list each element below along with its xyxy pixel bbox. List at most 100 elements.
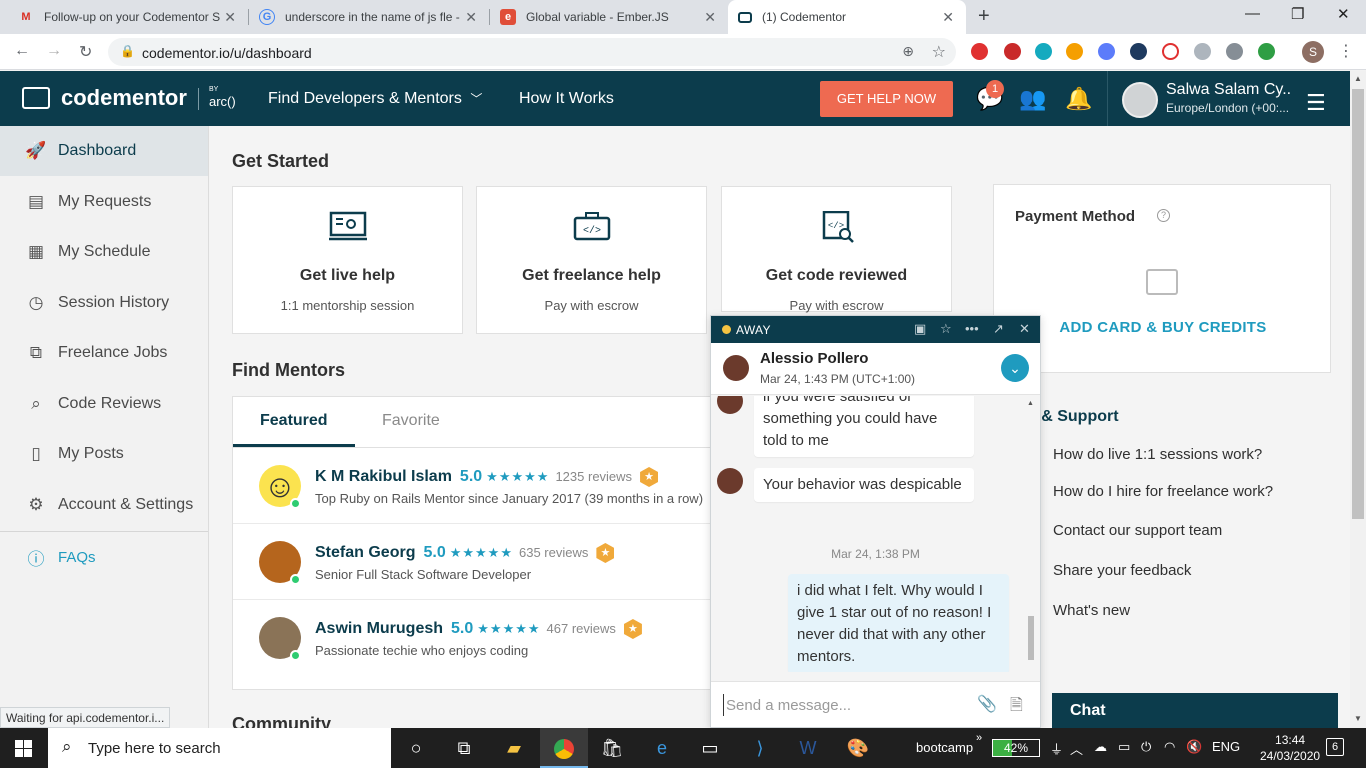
- system-clock[interactable]: 13:44 24/03/2020: [1260, 732, 1320, 764]
- bootcamp-label[interactable]: bootcamp: [916, 740, 973, 755]
- bell-icon[interactable]: 🔔: [1065, 86, 1092, 112]
- scrollbar-thumb[interactable]: [1028, 616, 1034, 660]
- power-icon[interactable]: ⏻: [1141, 739, 1151, 755]
- minimize-icon[interactable]: —: [1245, 5, 1260, 22]
- zoom-icon[interactable]: ⊕: [902, 43, 914, 60]
- bookmark-star-icon[interactable]: ☆: [932, 42, 946, 62]
- chat-bar-button[interactable]: Chat: [1052, 693, 1338, 728]
- sidebar-item-my-schedule[interactable]: ▦ My Schedule: [0, 227, 208, 277]
- dropbox-icon[interactable]: [1194, 43, 1211, 60]
- close-icon[interactable]: ✕: [1019, 321, 1030, 337]
- user-avatar[interactable]: [1122, 82, 1158, 118]
- sidebar-item-freelance-jobs[interactable]: ⧉ Freelance Jobs: [0, 328, 208, 378]
- mentor-row[interactable]: Stefan Georg 5.0 ★★★★★ 635 reviews ★ Senior …: [233, 524, 733, 600]
- task-view-icon[interactable]: ⧉: [440, 728, 488, 768]
- extension-icon[interactable]: [1066, 43, 1083, 60]
- vscode-icon[interactable]: ⟩: [736, 728, 784, 768]
- mentor-name[interactable]: Stefan Georg: [315, 544, 415, 561]
- extension-icon[interactable]: [1258, 43, 1275, 60]
- scroll-up-icon[interactable]: ▲: [1354, 74, 1362, 83]
- support-link[interactable]: What's new: [1053, 602, 1130, 619]
- store-icon[interactable]: 🛍: [588, 728, 636, 768]
- mentor-name[interactable]: K M Rakibul Islam: [315, 468, 452, 485]
- card-get-freelance-help[interactable]: </> Get freelance help Pay with escrow: [476, 186, 707, 334]
- get-help-now-button[interactable]: GET HELP NOW: [820, 81, 953, 117]
- file-explorer-icon[interactable]: ▰: [490, 728, 538, 768]
- nav-find-developers[interactable]: Find Developers & Mentors ﹀: [268, 90, 482, 108]
- user-name[interactable]: Salwa Salam Cy...: [1166, 81, 1291, 99]
- battery-tray-icon[interactable]: ▭: [1118, 739, 1130, 755]
- sidebar-item-my-requests[interactable]: ▤ My Requests: [0, 177, 208, 227]
- scroll-down-icon[interactable]: ▼: [1354, 714, 1362, 723]
- notes-icon[interactable]: ▣: [914, 321, 926, 337]
- contact-name[interactable]: Alessio Pollero: [760, 350, 868, 367]
- sidebar-item-dashboard[interactable]: 🚀 Dashboard: [0, 126, 208, 176]
- edge-icon[interactable]: e: [638, 728, 686, 768]
- sidebar-item-code-reviews[interactable]: ⌕ Code Reviews: [0, 379, 208, 429]
- cortana-icon[interactable]: ○: [392, 728, 440, 768]
- close-tab-icon[interactable]: ✕: [465, 9, 477, 26]
- scroll-up-icon[interactable]: ▲: [1027, 400, 1034, 407]
- expand-chevron-icon[interactable]: »: [976, 732, 982, 744]
- people-icon[interactable]: 👥: [1019, 86, 1046, 112]
- windows-start-icon[interactable]: [15, 740, 32, 757]
- terminal-icon[interactable]: ▭: [686, 728, 734, 768]
- taskbar-search-box[interactable]: ⌕ Type here to search: [48, 728, 391, 768]
- card-get-code-reviewed[interactable]: </> Get code reviewed Pay with escrow: [721, 186, 952, 313]
- react-devtools-icon[interactable]: [1130, 43, 1147, 60]
- scrollbar-thumb[interactable]: [1352, 89, 1364, 519]
- mentor-row[interactable]: Aswin Murugesh 5.0 ★★★★★ 467 reviews ★ Passi…: [233, 600, 733, 676]
- reload-icon[interactable]: ↻: [79, 42, 92, 62]
- codementor-logo-icon[interactable]: [22, 87, 50, 109]
- sidebar-item-my-posts[interactable]: ▯ My Posts: [0, 429, 208, 479]
- plug-icon[interactable]: ⏚: [1050, 739, 1063, 758]
- language-indicator[interactable]: ENG: [1212, 739, 1240, 754]
- profile-avatar[interactable]: S: [1302, 41, 1324, 63]
- chat-scrollbar[interactable]: ▲: [1027, 400, 1035, 664]
- hamburger-menu-icon[interactable]: ☰: [1306, 90, 1326, 116]
- nav-how-it-works[interactable]: How It Works: [519, 90, 614, 108]
- more-icon[interactable]: •••: [965, 321, 979, 336]
- forward-icon[interactable]: →: [46, 42, 62, 60]
- extension-icon[interactable]: [1226, 43, 1243, 60]
- close-window-icon[interactable]: ✕: [1337, 5, 1350, 23]
- support-link[interactable]: Share your feedback: [1053, 562, 1191, 579]
- tab-featured[interactable]: Featured: [260, 412, 328, 430]
- browser-menu-icon[interactable]: ⋮: [1338, 41, 1354, 61]
- markdown-file-icon[interactable]: 🗎: [1010, 694, 1023, 721]
- browser-tab-ember[interactable]: e Global variable - Ember.JS ✕: [490, 0, 728, 34]
- chrome-icon[interactable]: [540, 728, 588, 768]
- message-input[interactable]: [723, 694, 963, 716]
- chevron-down-icon[interactable]: ⌄: [1001, 354, 1029, 382]
- extension-icon[interactable]: [1004, 43, 1021, 60]
- mentor-row[interactable]: ☺ K M Rakibul Islam 5.0 ★★★★★ 1235 reviews ★…: [233, 448, 733, 524]
- new-tab-icon[interactable]: +: [978, 5, 990, 28]
- sidebar-item-session-history[interactable]: ◷ Session History: [0, 278, 208, 328]
- battery-indicator[interactable]: 42%: [992, 739, 1040, 757]
- close-tab-icon[interactable]: ✕: [942, 9, 954, 26]
- onedrive-icon[interactable]: ☁: [1094, 739, 1107, 755]
- speaker-muted-icon[interactable]: 🔇: [1186, 739, 1202, 755]
- back-icon[interactable]: ←: [14, 42, 30, 60]
- tray-chevron-icon[interactable]: ︿: [1070, 739, 1083, 758]
- paperclip-icon[interactable]: 📎: [977, 694, 997, 714]
- browser-tab-codementor[interactable]: (1) Codementor ✕: [728, 0, 966, 34]
- grammarly-icon[interactable]: [1035, 43, 1052, 60]
- address-bar[interactable]: 🔒 codementor.io/u/dashboard ⊕ ☆: [108, 38, 956, 66]
- mentor-name[interactable]: Aswin Murugesh: [315, 620, 443, 637]
- star-icon[interactable]: ☆: [940, 321, 952, 337]
- add-card-buy-credits-link[interactable]: ADD CARD & BUY CREDITS: [994, 319, 1332, 336]
- support-link[interactable]: Contact our support team: [1053, 522, 1222, 539]
- close-tab-icon[interactable]: ✕: [704, 9, 716, 26]
- sidebar-item-faqs[interactable]: ⓘ FAQs: [0, 532, 208, 582]
- card-get-live-help[interactable]: Get live help 1:1 mentorship session: [232, 186, 463, 334]
- paint-icon[interactable]: 🎨: [834, 728, 882, 768]
- logo-text[interactable]: codementor: [61, 85, 187, 111]
- maximize-icon[interactable]: ❐: [1291, 5, 1304, 23]
- support-link[interactable]: How do live 1:1 sessions work?: [1053, 446, 1262, 463]
- tab-favorite[interactable]: Favorite: [382, 412, 440, 430]
- browser-tab-gmail[interactable]: M Follow-up on your Codementor S ✕: [8, 0, 248, 34]
- word-icon[interactable]: W: [784, 728, 832, 768]
- sidebar-item-account-settings[interactable]: ⚙ Account & Settings: [0, 480, 208, 530]
- browser-tab-google[interactable]: G underscore in the name of js fle - ✕: [249, 0, 489, 34]
